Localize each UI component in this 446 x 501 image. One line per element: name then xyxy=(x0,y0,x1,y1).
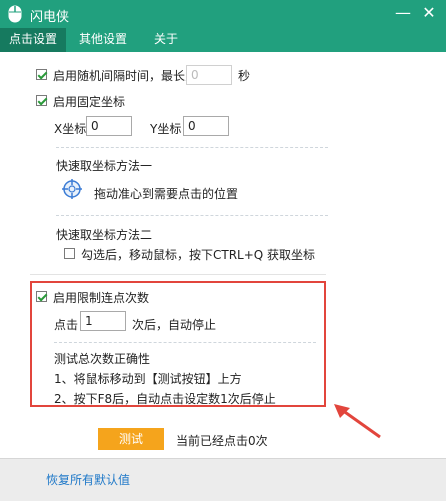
title-bar: 闪电侠 — ✕ xyxy=(0,0,446,28)
y-coord-input[interactable] xyxy=(183,116,229,136)
method2-title: 快速取坐标方法二 xyxy=(56,228,153,242)
divider xyxy=(54,342,316,343)
click-count-prefix: 点击 xyxy=(54,318,79,332)
y-coord-label: Y坐标 xyxy=(150,122,182,136)
tab-about[interactable]: 关于 xyxy=(140,28,192,52)
tab-bar: 点击设置 其他设置 关于 xyxy=(0,28,446,52)
close-button[interactable]: ✕ xyxy=(418,4,440,24)
arrow-icon xyxy=(334,404,381,439)
test-button[interactable]: 测试 xyxy=(98,428,164,450)
max-interval-input[interactable] xyxy=(186,65,232,85)
mouse-icon xyxy=(8,5,22,23)
fixed-coords-label: 启用固定坐标 xyxy=(53,95,126,109)
click-count-status: 当前已经点击0次 xyxy=(176,434,268,448)
tab-click-settings[interactable]: 点击设置 xyxy=(0,28,66,52)
divider xyxy=(56,147,328,148)
click-count-suffix: 次后，自动停止 xyxy=(132,318,217,332)
footer: 恢复所有默认值 xyxy=(0,458,446,501)
hotkey-coords-checkbox[interactable] xyxy=(64,248,75,259)
method1-title: 快速取坐标方法一 xyxy=(56,159,153,173)
method1-description: 拖动准心到需要点击的位置 xyxy=(94,187,239,201)
random-interval-checkbox[interactable] xyxy=(36,69,47,80)
limit-clicks-checkbox[interactable] xyxy=(36,291,47,302)
test-step-2: 2、按下F8后，自动点击设定数1次后停止 xyxy=(54,392,276,406)
minimize-button[interactable]: — xyxy=(392,4,414,24)
hotkey-coords-label: 勾选后，移动鼠标，按下CTRL+Q 获取坐标 xyxy=(81,248,316,262)
reset-defaults-link[interactable]: 恢复所有默认值 xyxy=(46,471,130,488)
limit-clicks-label: 启用限制连点次数 xyxy=(53,291,150,305)
tab-other-settings[interactable]: 其他设置 xyxy=(66,28,140,52)
divider xyxy=(30,274,326,275)
click-count-input[interactable] xyxy=(80,311,126,331)
random-interval-label: 启用随机间隔时间，最长为 xyxy=(53,69,198,83)
test-info-title: 测试总次数正确性 xyxy=(54,352,151,366)
x-coord-input[interactable] xyxy=(86,116,132,136)
seconds-unit-label: 秒 xyxy=(238,69,251,83)
x-coord-label: X坐标 xyxy=(54,122,87,136)
window-title: 闪电侠 xyxy=(30,10,70,25)
crosshair-icon[interactable] xyxy=(62,179,82,199)
divider xyxy=(56,215,328,216)
settings-panel: 启用随机间隔时间，最长为 秒 启用固定坐标 X坐标 Y坐标 快速取坐标方法一 拖… xyxy=(0,52,446,458)
test-step-1: 1、将鼠标移动到【测试按钮】上方 xyxy=(54,372,242,386)
fixed-coords-checkbox[interactable] xyxy=(36,95,47,106)
